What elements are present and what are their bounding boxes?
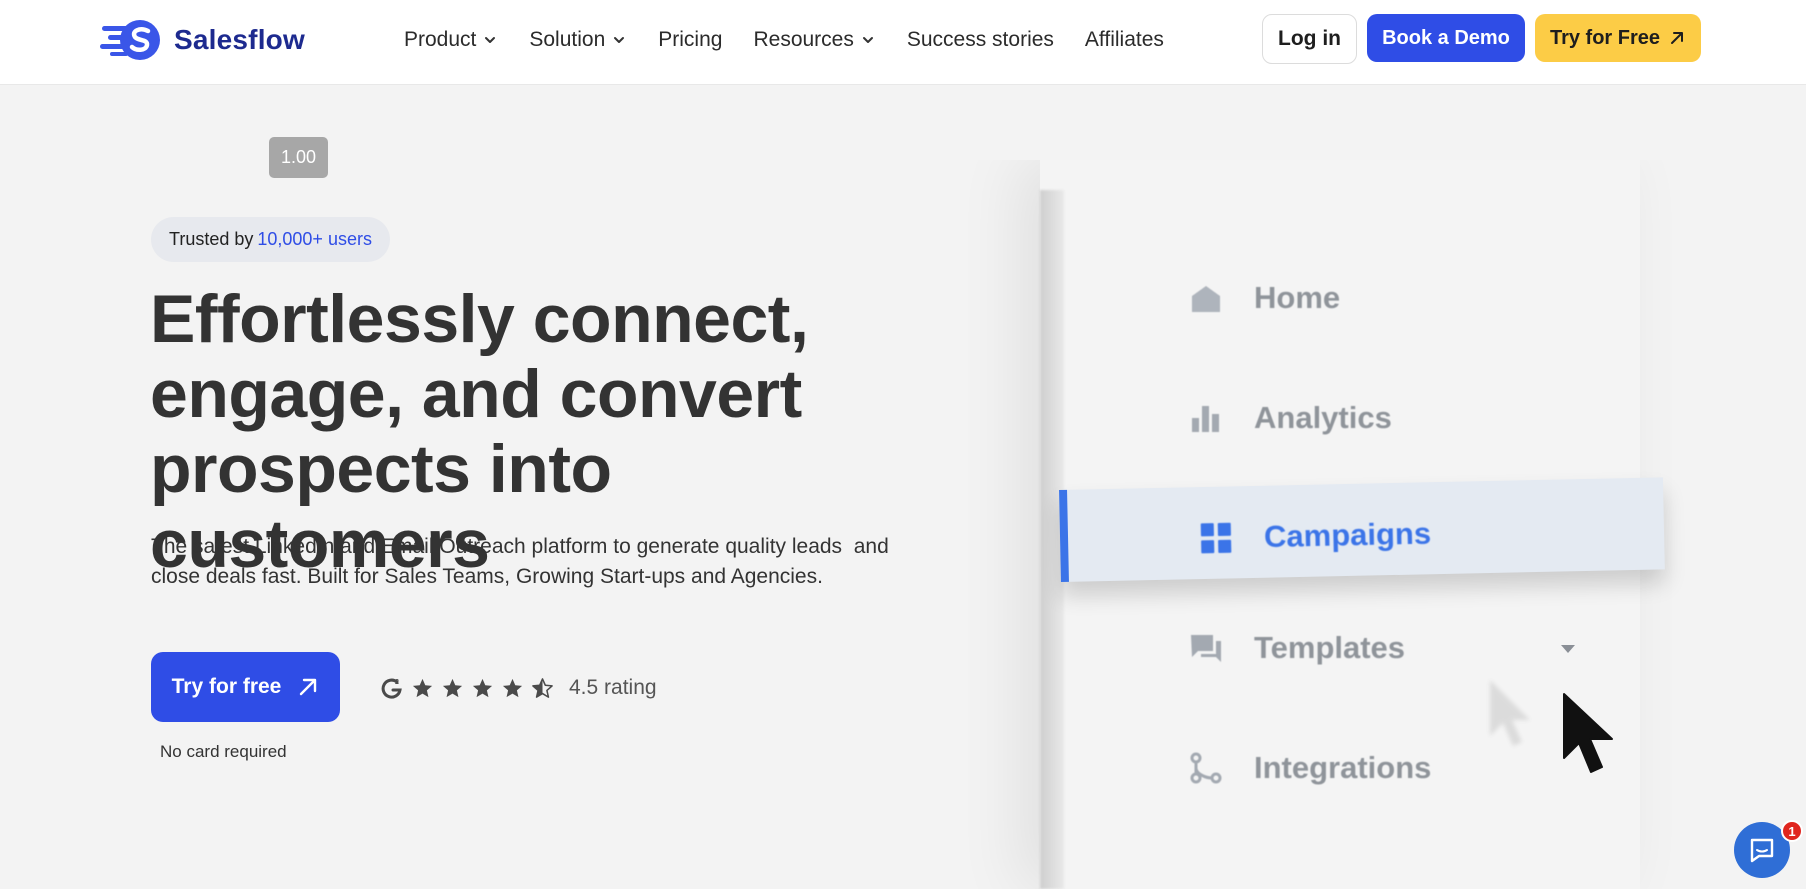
chevron-down-icon <box>485 37 496 43</box>
hero-title-line: Effortlessly connect, <box>150 281 809 357</box>
star-half-icon <box>532 677 553 698</box>
illustration-menu-integrations: Integrations <box>1188 750 1431 786</box>
illustration-menu-templates: Templates <box>1188 630 1405 666</box>
salesflow-logo-icon <box>100 20 160 60</box>
trust-highlight: 10,000+ users <box>257 229 372 249</box>
chevron-down-icon <box>614 37 625 43</box>
nav-affiliates[interactable]: Affiliates <box>1085 28 1164 52</box>
nav-pricing[interactable]: Pricing <box>658 28 722 52</box>
illustration-menu-label: Analytics <box>1254 400 1392 435</box>
nav-success-stories-label: Success stories <box>906 28 1054 51</box>
nav-product-label: Product <box>404 28 477 51</box>
zoom-level-badge: 1.00 <box>269 137 328 178</box>
try-free-hero-button[interactable]: Try for free <box>151 652 340 722</box>
g2-logo-icon: 2 <box>381 678 402 699</box>
nav-solution-label: Solution <box>529 28 606 51</box>
try-free-header-label: Try for Free <box>1549 26 1661 49</box>
hero-illustration: Home Analytics Campaigns Templates Integ… <box>940 160 1730 889</box>
grid-icon <box>1200 522 1232 554</box>
illustration-menu-label: Campaigns <box>1263 515 1432 555</box>
trust-badge: Trusted by 10,000+ users <box>151 217 390 262</box>
illustration-menu-label: Home <box>1254 280 1341 315</box>
book-demo-button[interactable]: Book a Demo <box>1367 14 1525 62</box>
star-icon <box>442 678 463 697</box>
salesflow-logo[interactable]: Salesflow <box>100 18 305 62</box>
try-free-hero-label: Try for free <box>171 675 282 698</box>
brand-name: Salesflow <box>174 24 305 55</box>
bar-chart-icon <box>1192 406 1219 432</box>
rating-text: 4.5 rating <box>569 676 657 699</box>
chevron-down-icon <box>862 37 873 43</box>
nav-solution[interactable]: Solution <box>529 28 627 52</box>
cursor-ghost-icon <box>1490 680 1530 746</box>
hero-subtitle-line: close deals fast. Built for Sales Teams,… <box>151 565 823 588</box>
hero-subtitle: The safest LinkedIn and Email Outreach p… <box>151 532 911 592</box>
nav-product[interactable]: Product <box>404 28 498 52</box>
home-icon <box>1192 286 1220 312</box>
integration-branch-icon <box>1190 752 1222 784</box>
hero-subtitle-line: The safest LinkedIn and Email Outreach p… <box>151 535 889 558</box>
illustration-menu-label: Integrations <box>1254 750 1432 785</box>
hero-title-line: engage, and convert <box>150 356 802 432</box>
no-card-note: No card required <box>160 742 287 761</box>
rating-row: 2 4.5 rating <box>380 672 657 704</box>
chat-icon <box>1750 838 1774 863</box>
login-button[interactable]: Log in <box>1262 14 1357 64</box>
nav-resources-label: Resources <box>753 28 854 51</box>
try-free-header-button[interactable]: Try for Free <box>1535 14 1701 62</box>
star-icon <box>472 678 493 697</box>
mouse-cursor-icon <box>1563 693 1613 773</box>
nav-pricing-label: Pricing <box>658 28 723 51</box>
arrow-up-right-icon <box>300 678 317 696</box>
chat-notification-badge: 1 <box>1781 820 1803 842</box>
illustration-menu-label: Templates <box>1254 630 1406 665</box>
illustration-menu-campaigns: Campaigns <box>1198 516 1432 557</box>
arrow-up-right-icon <box>1671 32 1684 44</box>
svg-text:2: 2 <box>395 679 399 686</box>
nav-resources[interactable]: Resources <box>753 28 875 52</box>
illustration-menu-analytics: Analytics <box>1188 400 1392 436</box>
nav-affiliates-label: Affiliates <box>1084 28 1164 51</box>
star-icon <box>412 678 433 697</box>
caret-down-icon <box>1561 645 1575 653</box>
nav-success-stories[interactable]: Success stories <box>907 28 1054 52</box>
main-nav: Product Solution Pricing Resources Succe… <box>404 22 1195 58</box>
illustration-menu-home: Home <box>1188 280 1340 316</box>
chat-bubbles-icon <box>1191 635 1221 662</box>
trust-prefix: Trusted by <box>169 229 254 249</box>
star-icon <box>502 678 523 697</box>
site-header: Salesflow Product Solution Pricing Resou… <box>0 0 1806 85</box>
